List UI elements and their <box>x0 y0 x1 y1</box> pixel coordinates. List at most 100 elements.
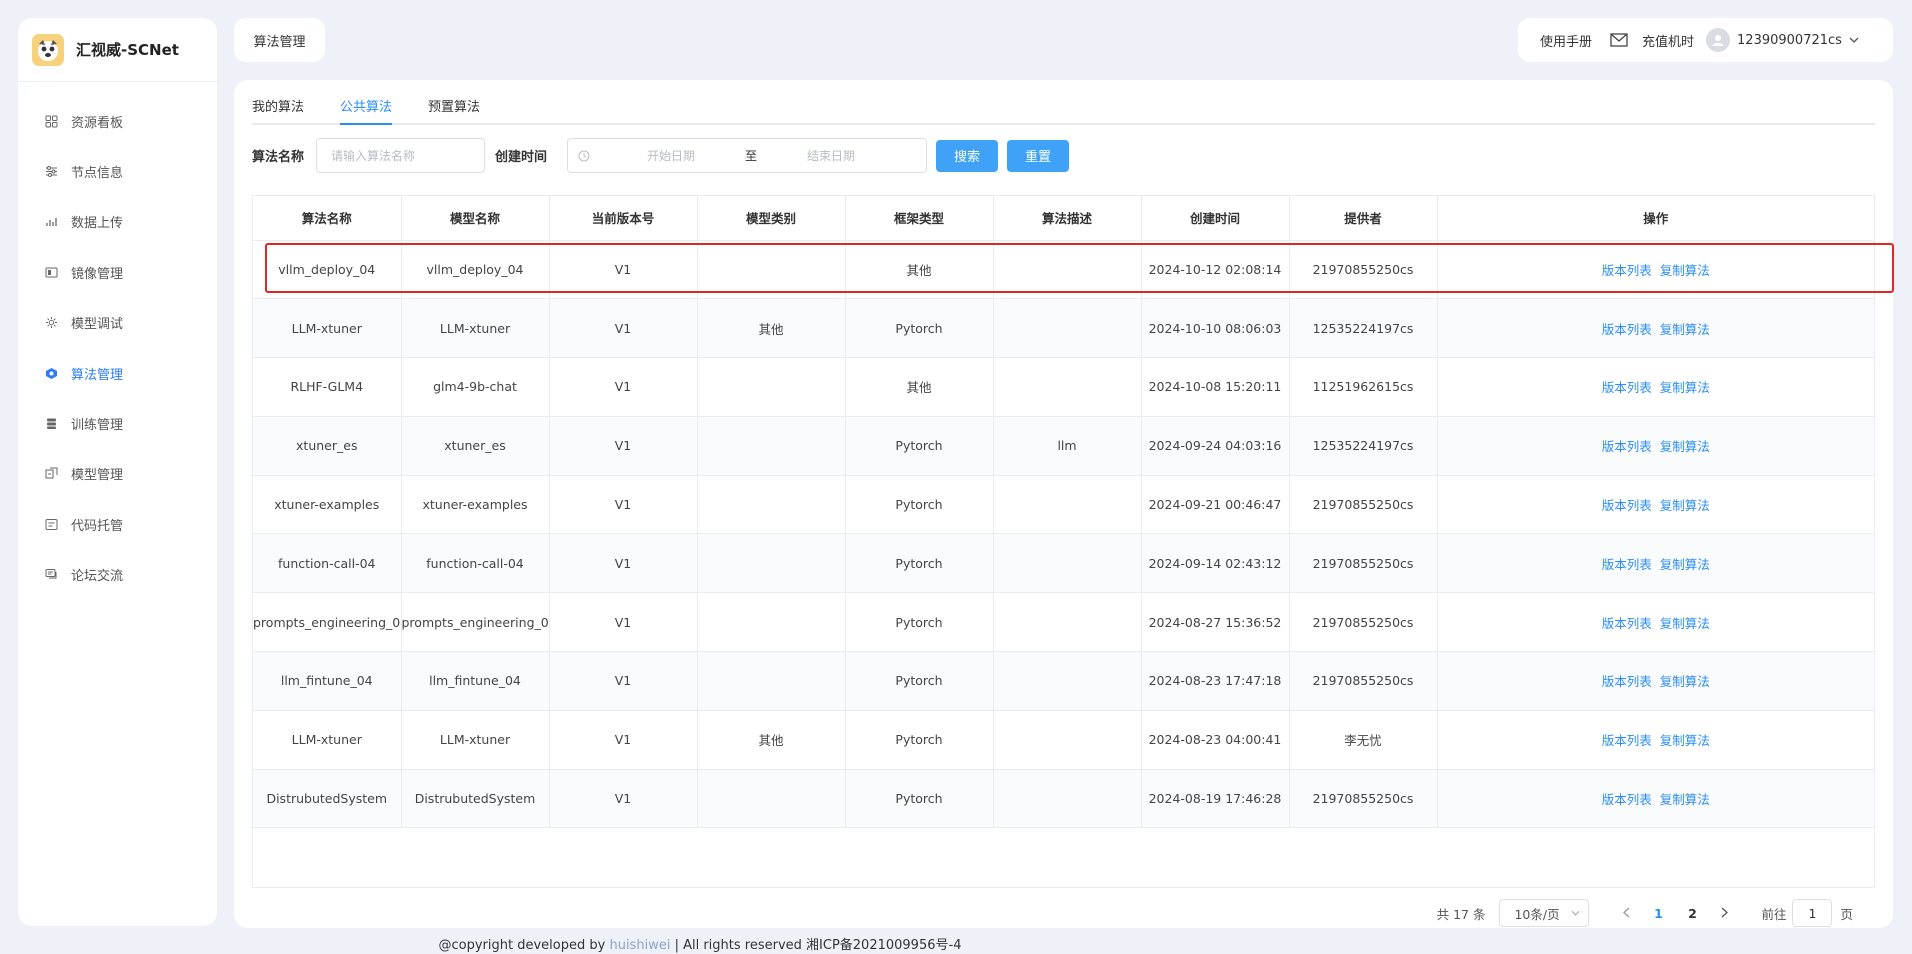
page-number[interactable]: 2 <box>1675 906 1709 921</box>
sidebar-item-8[interactable]: 代码托管 <box>18 499 217 549</box>
version-list-link[interactable]: 版本列表 <box>1602 792 1652 807</box>
page-size-select[interactable]: 10条/页 <box>1499 899 1590 927</box>
table-cell: Pytorch <box>845 710 994 770</box>
copy-algorithm-link[interactable]: 复制算法 <box>1660 498 1710 513</box>
table-row[interactable]: xtuner_es xtuner_es V1 Pytorch llm 2024-09-24… <box>253 416 1874 476</box>
recharge-link[interactable]: 充值机时 <box>1642 31 1694 50</box>
column-header[interactable]: 创建时间 <box>1141 196 1290 241</box>
version-list-link[interactable]: 版本列表 <box>1602 498 1652 513</box>
sidebar-item-3[interactable]: 镜像管理 <box>18 247 217 297</box>
column-header[interactable]: 框架类型 <box>845 196 994 241</box>
reset-button[interactable]: 重置 <box>1007 139 1070 172</box>
actions-cell: 版本列表 复制算法 <box>1437 533 1874 594</box>
column-header[interactable]: 算法描述 <box>993 196 1142 241</box>
search-button[interactable]: 搜索 <box>936 139 999 172</box>
date-range-picker[interactable]: 开始日期 至 结束日期 <box>567 138 928 173</box>
username[interactable]: 12390900721cs <box>1737 33 1842 48</box>
next-page-icon[interactable] <box>1709 906 1739 921</box>
version-list-link[interactable]: 版本列表 <box>1602 674 1652 689</box>
table-row[interactable]: llm_fintune_04 llm_fintune_04 V1 Pytorch 202… <box>253 651 1874 711</box>
page-jump-input[interactable] <box>1792 899 1833 927</box>
brand[interactable]: 汇视威-SCNet <box>18 18 217 82</box>
table-cell: xtuner_es <box>401 416 550 476</box>
start-date-field[interactable]: 开始日期 <box>616 147 726 164</box>
table-row[interactable]: xtuner-examples xtuner-examples V1 Pytorch 2… <box>253 475 1874 535</box>
sidebar-item-2[interactable]: 数据上传 <box>18 197 217 247</box>
column-header[interactable]: 当前版本号 <box>549 196 698 241</box>
tab-0[interactable]: 我的算法 <box>252 96 304 123</box>
tab-2[interactable]: 预置算法 <box>428 96 480 123</box>
sidebar-item-9[interactable]: 论坛交流 <box>18 550 217 600</box>
table-row[interactable]: function-call-04 function-call-04 V1 Pytorc… <box>253 533 1874 594</box>
table-row[interactable]: LLM-xtuner LLM-xtuner V1 其他 Pytorch 2024-08-2… <box>253 710 1874 770</box>
model-icon <box>44 467 58 481</box>
version-list-link[interactable]: 版本列表 <box>1602 322 1652 337</box>
table-cell: xtuner-examples <box>401 475 550 535</box>
table-cell: V1 <box>549 416 698 476</box>
table-row[interactable]: LLM-xtuner LLM-xtuner V1 其他 Pytorch 2024-10-1… <box>253 298 1874 359</box>
version-list-link[interactable]: 版本列表 <box>1602 263 1652 278</box>
page-number[interactable]: 1 <box>1641 906 1675 921</box>
brand-logo-icon <box>32 33 64 66</box>
copy-algorithm-link[interactable]: 复制算法 <box>1660 674 1710 689</box>
table-cell <box>697 533 846 594</box>
version-list-link[interactable]: 版本列表 <box>1602 557 1652 572</box>
manual-link[interactable]: 使用手册 <box>1540 31 1592 50</box>
mail-icon[interactable] <box>1610 33 1628 47</box>
table-cell <box>993 769 1142 829</box>
actions-cell: 版本列表 复制算法 <box>1437 592 1874 653</box>
column-header[interactable]: 模型名称 <box>401 196 550 241</box>
copy-algorithm-link[interactable]: 复制算法 <box>1660 557 1710 572</box>
sidebar-item-6[interactable]: 训练管理 <box>18 398 217 448</box>
table-cell: glm4-9b-chat <box>401 357 550 417</box>
sidebar-item-0[interactable]: 资源看板 <box>18 96 217 146</box>
sidebar-item-4[interactable]: 模型调试 <box>18 298 217 348</box>
table-header: 算法名称 模型名称 当前版本号 模型类别 框架类型 算法描述 创建时间 提供者 操作 <box>253 196 1874 241</box>
chevron-down-icon <box>1571 910 1580 916</box>
copy-algorithm-link[interactable]: 复制算法 <box>1660 616 1710 631</box>
table-cell: Pytorch <box>845 651 994 711</box>
copy-algorithm-link[interactable]: 复制算法 <box>1660 733 1710 748</box>
version-list-link[interactable]: 版本列表 <box>1602 733 1652 748</box>
footer-author[interactable]: huishiwei <box>609 938 670 953</box>
copy-algorithm-link[interactable]: 复制算法 <box>1660 439 1710 454</box>
column-header[interactable]: 算法名称 <box>253 196 402 241</box>
prev-page-icon[interactable] <box>1611 906 1641 921</box>
tab-1[interactable]: 公共算法 <box>340 96 393 125</box>
table-cell: 21970855250cs <box>1289 240 1438 300</box>
table-cell: 2024-08-23 04:00:41 <box>1141 710 1290 770</box>
table-row[interactable]: RLHF-GLM4 glm4-9b-chat V1 其他 2024-10-08 15:2… <box>253 357 1874 417</box>
table-cell: V1 <box>549 475 698 535</box>
copy-algorithm-link[interactable]: 复制算法 <box>1660 263 1710 278</box>
footer-suffix: | All rights reserved 湘ICP备2021009956号-4 <box>674 938 962 953</box>
table-cell: vllm_deploy_04 <box>253 240 402 300</box>
table-cell: LLM-xtuner <box>401 298 550 359</box>
version-list-link[interactable]: 版本列表 <box>1602 616 1652 631</box>
column-header[interactable]: 提供者 <box>1289 196 1438 241</box>
avatar[interactable] <box>1706 28 1731 52</box>
copy-algorithm-link[interactable]: 复制算法 <box>1660 792 1710 807</box>
chat-icon <box>44 568 58 582</box>
column-header[interactable]: 操作 <box>1437 196 1874 241</box>
copy-algorithm-link[interactable]: 复制算法 <box>1660 322 1710 337</box>
table-cell <box>697 769 846 829</box>
end-date-field[interactable]: 结束日期 <box>776 147 886 164</box>
copy-algorithm-link[interactable]: 复制算法 <box>1660 380 1710 395</box>
pagination: 共 17 条 10条/页 12 前往 页 <box>1437 899 1853 927</box>
chevron-down-icon[interactable] <box>1849 37 1859 43</box>
sidebar-item-5[interactable]: 算法管理 <box>18 348 217 398</box>
sidebar-item-label: 训练管理 <box>71 418 124 434</box>
sidebar-item-label: 数据上传 <box>71 216 124 232</box>
sidebar-item-1[interactable]: 节点信息 <box>18 146 217 196</box>
version-list-link[interactable]: 版本列表 <box>1602 380 1652 395</box>
version-list-link[interactable]: 版本列表 <box>1602 439 1652 454</box>
table-row[interactable]: vllm_deploy_04 vllm_deploy_04 V1 其他 2024-10-… <box>253 240 1874 300</box>
sidebar-item-7[interactable]: 模型管理 <box>18 449 217 499</box>
table-cell: llm_fintune_04 <box>401 651 550 711</box>
table-cell: 21970855250cs <box>1289 651 1438 711</box>
algorithm-name-input[interactable] <box>316 138 486 173</box>
table-row[interactable]: prompts_engineering_04 prompts_engineerin… <box>253 592 1874 653</box>
user-toolbar: 使用手册 充值机时 12390900721cs <box>1518 18 1893 62</box>
column-header[interactable]: 模型类别 <box>697 196 846 241</box>
table-row[interactable]: DistrubutedSystem DistrubutedSystem V1 Pyto… <box>253 769 1874 829</box>
